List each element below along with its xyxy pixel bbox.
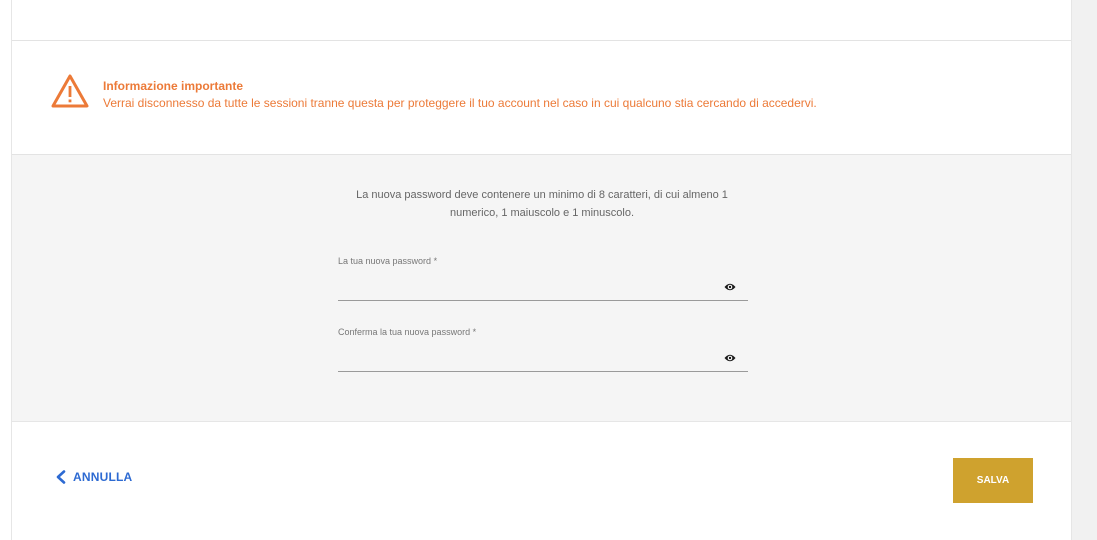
save-button[interactable]: SALVA [953, 458, 1033, 503]
confirm-password-field: Conferma la tua nuova password * [338, 326, 748, 372]
cancel-label: ANNULLA [73, 470, 133, 484]
form-footer: ANNULLA SALVA [12, 422, 1071, 540]
eye-icon[interactable] [724, 350, 736, 362]
confirm-password-label: Conferma la tua nuova password * [338, 327, 477, 337]
password-requirements-hint: La nuova password deve contenere un mini… [356, 189, 728, 219]
new-password-label: La tua nuova password * [338, 256, 438, 266]
new-password-field: La tua nuova password * [338, 255, 748, 301]
new-password-input-row [338, 271, 748, 301]
warning-title: Informazione importante [103, 79, 244, 93]
confirm-password-input-row [338, 342, 748, 372]
warning-banner: Informazione importante Verrai disconnes… [12, 41, 1071, 155]
chevron-left-icon [55, 470, 67, 484]
warning-message: Verrai disconnesso da tutte le sessioni … [103, 96, 817, 110]
confirm-password-input[interactable] [338, 342, 708, 371]
new-password-input[interactable] [338, 271, 708, 300]
password-form: La nuova password deve contenere un mini… [12, 155, 1071, 422]
warning-text: Informazione importante Verrai disconnes… [103, 79, 817, 111]
cancel-link[interactable]: ANNULLA [55, 470, 132, 484]
change-password-card: Informazione importante Verrai disconnes… [11, 0, 1072, 540]
card-header-strip [12, 0, 1071, 41]
page-scrollbar-track[interactable] [1072, 0, 1097, 540]
warning-triangle-icon [50, 73, 90, 109]
eye-icon[interactable] [724, 279, 736, 291]
